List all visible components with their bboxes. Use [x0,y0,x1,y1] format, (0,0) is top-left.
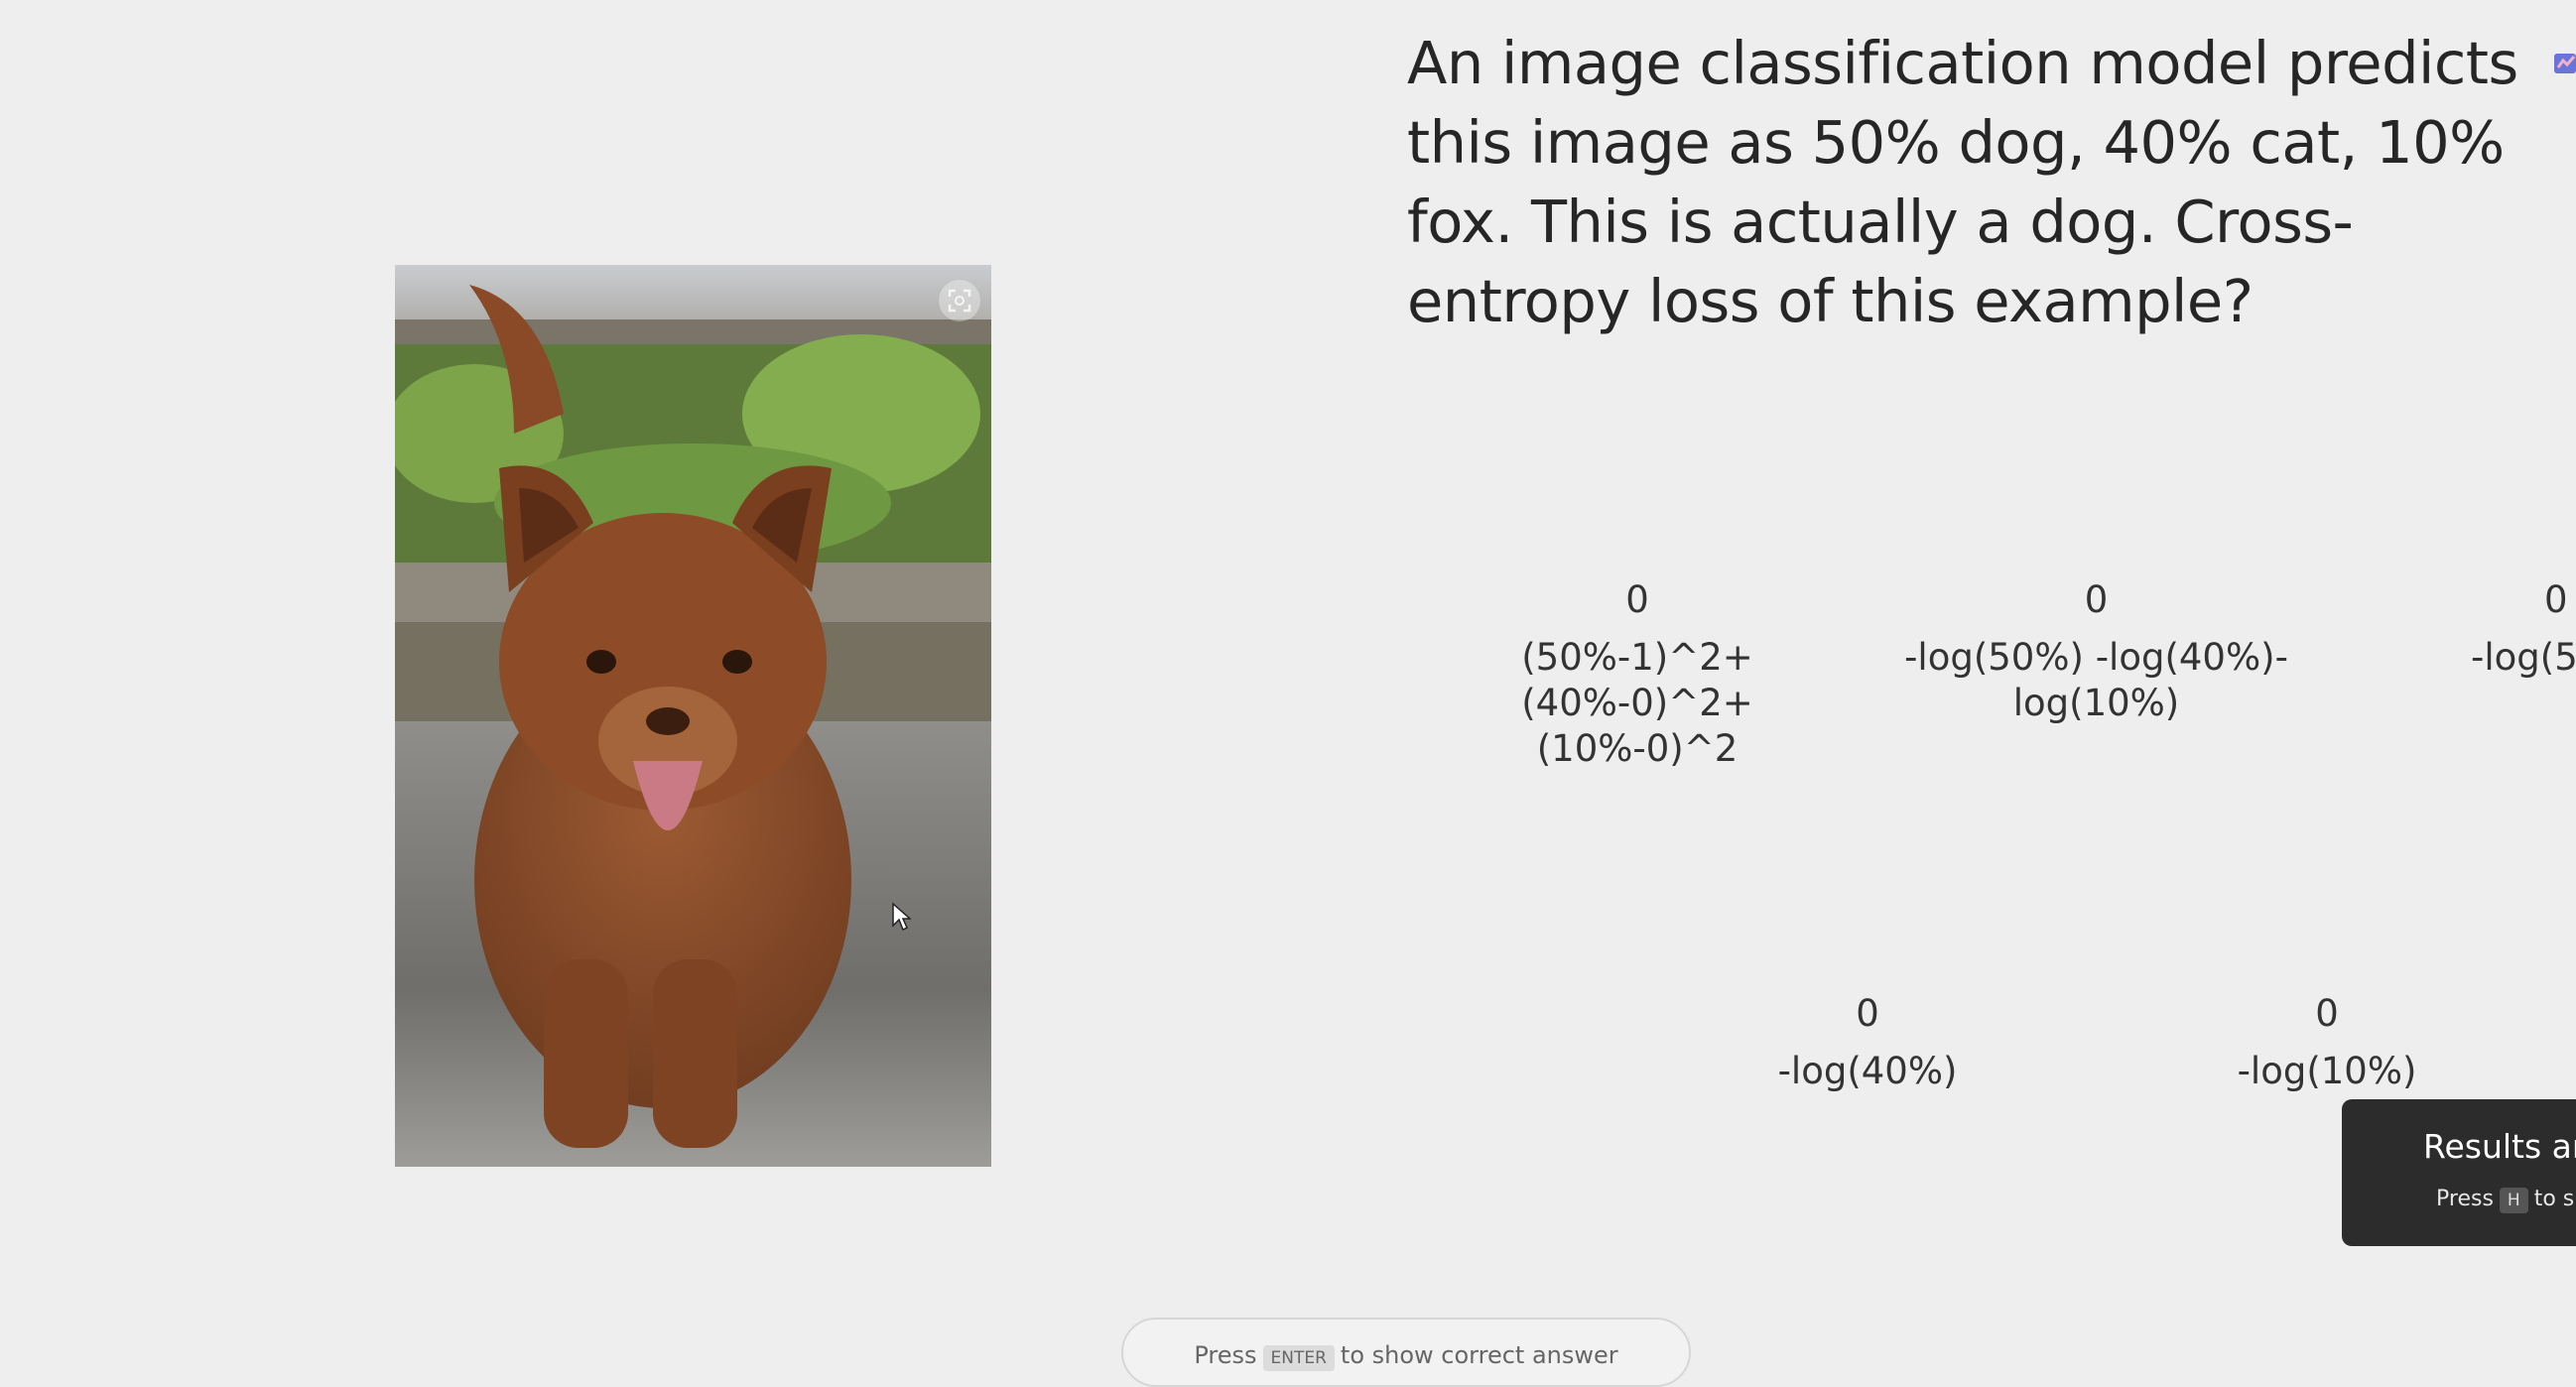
fullscreen-icon [948,289,971,313]
vote-count: 0 [1856,992,1879,1035]
vote-count: 0 [2084,578,2109,621]
chart-icon [2554,54,2576,73]
show-answer-hint[interactable]: Press ENTER to show correct answer [1121,1318,1691,1387]
option-sum-logs[interactable]: 0 -log(50%) -log(40%)-log(10%) [1895,577,2297,726]
toast-hint-suffix: to s [2533,1187,2575,1211]
results-toast: Results ar Press Hto s [2342,1099,2576,1246]
question-image [395,265,991,1167]
hint-prefix: Press [1194,1341,1257,1369]
option-label: -log(10%) [2237,1050,2417,1092]
vote-count: 0 [1625,578,1649,621]
hide-key: H [2499,1188,2528,1213]
vote-count: 0 [2315,992,2339,1035]
option-label: -log(40%) [1777,1050,1958,1092]
option-label: (50%-1)^2+(40%-0)^2+(10%-0)^2 [1521,636,1753,770]
toast-hint-prefix: Press [2436,1187,2494,1211]
question-text: An image classification model predicts t… [1407,29,2518,335]
toast-title: Results ar [2423,1127,2576,1166]
option-log-40[interactable]: 0 -log(40%) [1748,991,1987,1094]
mouse-cursor-icon [892,902,911,932]
option-label: -log(50%) -log(40%)-log(10%) [1904,636,2288,724]
option-mse[interactable]: 0 (50%-1)^2+(40%-0)^2+(10%-0)^2 [1465,577,1810,772]
dog-photo [395,265,991,1167]
option-label: -log(5 [2471,636,2576,679]
vote-count: 0 [2544,578,2568,621]
toast-hint: Press Hto s [2436,1187,2574,1213]
fullscreen-button[interactable] [939,280,980,321]
option-log-50[interactable]: 0 -log(5 [2459,577,2576,681]
option-log-10[interactable]: 0 -log(10%) [2208,991,2446,1094]
hint-suffix: to show correct answer [1340,1341,1618,1369]
enter-key: ENTER [1262,1345,1335,1371]
